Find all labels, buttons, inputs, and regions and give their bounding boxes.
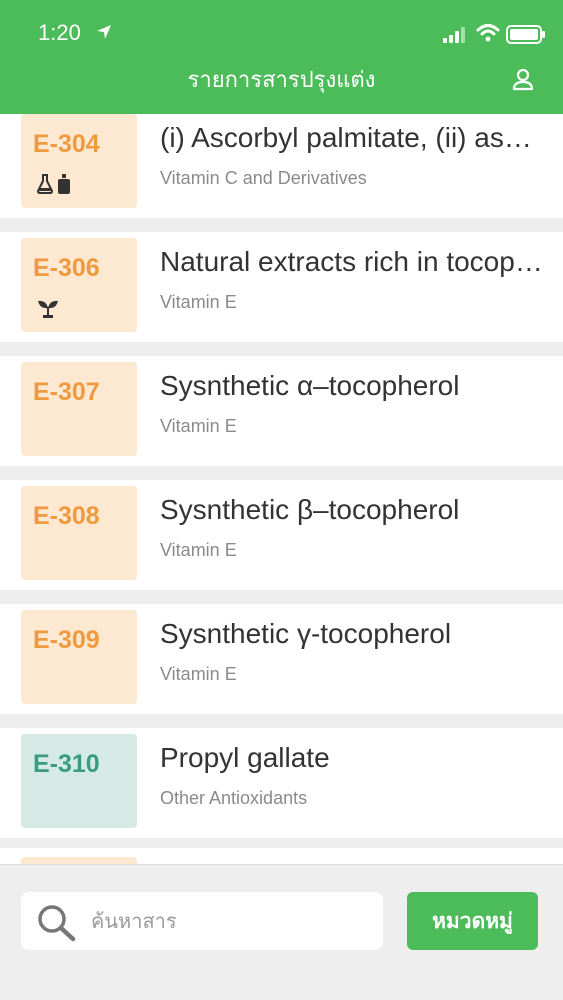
- cellular-signal-icon: [443, 27, 469, 47]
- location-arrow-icon: [96, 24, 112, 44]
- app-header: 1:20 รายการสารปรุงแต่ง: [0, 0, 563, 114]
- additive-name: Sysnthetic β–tocopherol: [160, 494, 460, 525]
- code-badge: E-308: [21, 486, 137, 580]
- status-time: 1:20: [38, 20, 81, 45]
- additive-category: Other Antioxidants: [160, 788, 308, 808]
- additive-list: E-304 (i) Ascorbyl palmitate, (ii) ascor…: [0, 114, 563, 864]
- code-badge: [21, 857, 137, 864]
- list-item[interactable]: E-310 Propyl gallate Other Antioxidants: [0, 728, 563, 838]
- additive-category: Vitamin E: [160, 664, 237, 684]
- additive-code: E-306: [33, 254, 100, 282]
- list-item[interactable]: E-308 Sysnthetic β–tocopherol Vitamin E: [0, 480, 563, 590]
- additive-code: E-307: [33, 378, 100, 406]
- additive-name: Natural extracts rich in tocopherols: [160, 246, 545, 277]
- code-badge: E-307: [21, 362, 137, 456]
- user-profile-icon[interactable]: [512, 68, 534, 96]
- list-item[interactable]: E-307 Sysnthetic α–tocopherol Vitamin E: [0, 356, 563, 466]
- additive-name: Propyl gallate: [160, 742, 330, 773]
- category-button[interactable]: หมวดหมู่: [407, 892, 538, 950]
- additive-name: Sysnthetic γ-tocopherol: [160, 618, 452, 649]
- code-badge: E-304: [21, 114, 137, 208]
- code-badge: E-309: [21, 610, 137, 704]
- battery-icon: [506, 25, 546, 49]
- additive-name: Sysnthetic α–tocopherol: [160, 370, 460, 401]
- list-item[interactable]: E-304 (i) Ascorbyl palmitate, (ii) ascor…: [0, 114, 563, 218]
- additive-name: (i) Ascorbyl palmitate, (ii) ascorbyl st…: [160, 122, 545, 153]
- wifi-icon: [476, 23, 500, 47]
- additive-category: Vitamin E: [160, 292, 237, 312]
- additive-category: Vitamin C and Derivatives: [160, 168, 367, 188]
- sprout-icon: [37, 298, 59, 322]
- bottle-icon: [57, 174, 71, 198]
- code-badge: E-306: [21, 238, 137, 332]
- search-box[interactable]: [21, 892, 383, 950]
- code-badge: E-310: [21, 734, 137, 828]
- bottom-toolbar: หมวดหมู่: [0, 864, 563, 1000]
- flask-icon: [36, 174, 54, 198]
- additive-code: E-304: [33, 130, 100, 158]
- search-input[interactable]: [91, 892, 371, 950]
- list-item[interactable]: E-306 Natural extracts rich in tocophero…: [0, 232, 563, 342]
- additive-code: E-309: [33, 626, 100, 654]
- additive-code: E-308: [33, 502, 100, 530]
- additive-code: E-310: [33, 750, 100, 778]
- search-icon: [37, 904, 77, 946]
- list-item[interactable]: E-309 Sysnthetic γ-tocopherol Vitamin E: [0, 604, 563, 714]
- list-item-partial[interactable]: [0, 848, 563, 864]
- page-title: รายการสารปรุงแต่ง: [187, 68, 376, 93]
- additive-category: Vitamin E: [160, 540, 237, 560]
- status-bar: 1:20: [0, 0, 563, 60]
- additive-category: Vitamin E: [160, 416, 237, 436]
